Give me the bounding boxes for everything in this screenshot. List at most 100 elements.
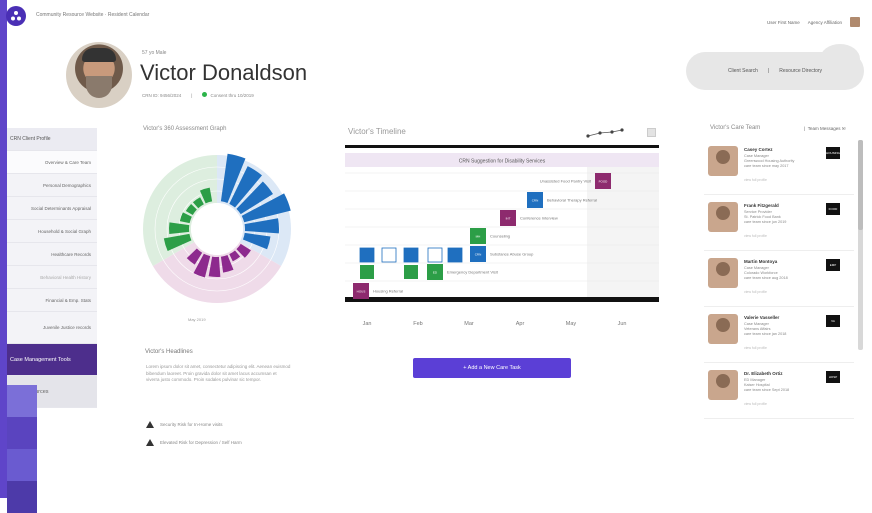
timeline-month-label: May <box>566 321 577 327</box>
headlines-title: Victor's Headlines <box>145 349 193 355</box>
cap-shape <box>82 48 116 62</box>
sidebar: CRN Client Profile Overview & Care Team … <box>7 128 97 408</box>
agency-label[interactable]: Agency Affiliation <box>808 20 842 25</box>
timeline-ed-tile <box>360 265 374 279</box>
member-details: ED Manager Kaiser Hospital care team sin… <box>744 378 822 393</box>
timeline-zoom-icon[interactable] <box>586 127 626 139</box>
user-avatar[interactable] <box>850 17 860 27</box>
alert-text: Elevated Risk for Depression / Self Harm <box>160 440 242 445</box>
timeline-ed-tile <box>404 265 418 279</box>
member-org-badge: HOSP <box>826 371 840 383</box>
care-team-scroll-thumb[interactable] <box>858 140 863 230</box>
timeline-month-label: Feb <box>413 321 422 327</box>
member-org-badge: EMP <box>826 259 840 271</box>
member-name[interactable]: Frank Fitzgerald <box>744 203 779 208</box>
app-rail <box>0 0 7 498</box>
timeline-event-tag: INT <box>506 217 511 221</box>
member-since: care team since jun 2019 <box>744 220 787 225</box>
add-care-task-button[interactable]: + Add a New Care Task <box>413 358 571 378</box>
client-search-button[interactable]: Client Search <box>728 68 758 74</box>
timeline-group-tile <box>427 247 443 263</box>
timeline-group-tile <box>447 247 463 263</box>
member-since: care team since jan 2018 <box>744 332 787 337</box>
care-team-card[interactable]: Casey Cortez Case Manager Greenwood Hous… <box>704 139 854 195</box>
care-team-card[interactable]: Dr. Elizabeth Ortiz ED Manager Kaiser Ho… <box>704 363 854 419</box>
alert-depression: Elevated Risk for Depression / Self Harm <box>146 439 242 446</box>
timeline-title: Victor's Timeline <box>348 127 406 136</box>
care-team-card[interactable]: Valerie Vasseller Case Manager Veterans … <box>704 307 854 363</box>
sidebar-item-behavioral[interactable]: Behavioral Health History <box>7 266 97 289</box>
member-since: care team since Sept 2018 <box>744 388 790 393</box>
sidebar-item-social-determinants[interactable]: Social Determinants Appraisal <box>7 197 97 220</box>
timeline-event-label: Substance Abuse Group <box>490 252 534 257</box>
sidebar-swatches <box>7 385 37 513</box>
sidebar-item-household[interactable]: Household & Social Graph <box>7 220 97 243</box>
resource-directory-button[interactable]: Resource Directory <box>779 68 822 74</box>
member-org-badge: HOUSING <box>826 147 840 159</box>
member-photo[interactable] <box>708 202 738 232</box>
member-photo[interactable] <box>708 258 738 288</box>
user-menu[interactable]: User First Name Agency Affiliation <box>767 17 860 27</box>
timeline-month-label: Apr <box>516 321 525 327</box>
view-profile-link[interactable]: view full profile <box>744 178 767 182</box>
breadcrumb[interactable]: Community Resource Website · Resident Ca… <box>36 12 149 18</box>
timeline-event-tag: CRN <box>475 253 482 257</box>
timeline-expand-icon[interactable] <box>647 128 656 137</box>
member-name[interactable]: Martin Montoya <box>744 259 777 264</box>
view-profile-link[interactable]: view full profile <box>744 290 767 294</box>
view-profile-link[interactable]: view full profile <box>744 346 767 350</box>
care-team-card[interactable]: Frank Fitzgerald Service Provider St. Pa… <box>704 195 854 251</box>
timeline-group-tile <box>359 247 375 263</box>
timeline-event-label: Counseling <box>490 234 510 239</box>
timeline-event-label: Unassisted Food Pantry Visit <box>540 179 592 184</box>
sidebar-item-juvenile[interactable]: Juvenile Justice records <box>7 312 97 344</box>
client-meta: CRN ID: 9456/2024 | Consent thru 10/2019 <box>142 92 254 98</box>
warning-icon <box>146 421 154 428</box>
assessment-radial-graph <box>143 153 291 303</box>
sidebar-swatch <box>7 449 37 481</box>
timeline-top-rule <box>345 145 659 148</box>
member-details: Service Provider St. Patrick Food Bank c… <box>744 210 822 225</box>
member-details: Case Manager Colorado Workforce care tea… <box>744 266 822 281</box>
member-name[interactable]: Dr. Elizabeth Ortiz <box>744 371 783 376</box>
member-org-badge: VA <box>826 315 840 327</box>
consent-dot-icon <box>202 92 208 97</box>
timeline-event-label: Emergency Department Visit <box>447 270 499 275</box>
view-profile-link[interactable]: view full profile <box>744 402 767 406</box>
sidebar-item-financial[interactable]: Financial & Emp. Stats <box>7 289 97 312</box>
sidebar-section-profile[interactable]: CRN Client Profile <box>7 128 97 151</box>
sidebar-item-demographics[interactable]: Personal Demographics <box>7 174 97 197</box>
timeline-banner: CRN Suggestion for Disability Services <box>459 159 546 165</box>
alert-text: Security Risk for In-Home visits <box>160 422 223 427</box>
member-photo[interactable] <box>708 370 738 400</box>
member-details: Case Manager Greenwood Housing Authority… <box>744 154 822 169</box>
member-name[interactable]: Casey Cortez <box>744 147 773 152</box>
sidebar-item-overview[interactable]: Overview & Care Team <box>7 151 97 174</box>
sidebar-case-tools[interactable]: Case Management Tools <box>7 344 97 376</box>
member-photo[interactable] <box>708 146 738 176</box>
app-logo-icon[interactable] <box>6 6 26 26</box>
view-profile-link[interactable]: view full profile <box>744 234 767 238</box>
graph-date[interactable]: May 2019 <box>188 317 206 322</box>
user-name[interactable]: User First Name <box>767 20 800 25</box>
timeline-month-label: Jun <box>618 321 627 327</box>
warning-icon <box>146 439 154 446</box>
sidebar-item-healthcare[interactable]: Healthcare Records <box>7 243 97 266</box>
timeline-group-tile <box>381 247 397 263</box>
timeline-event-tag: CRN <box>532 199 539 203</box>
beard-shape <box>86 76 112 98</box>
timeline-month-label: Jan <box>363 321 372 327</box>
meta-separator: | <box>191 92 193 98</box>
client-photo <box>66 42 132 108</box>
member-name[interactable]: Valerie Vasseller <box>744 315 779 320</box>
timeline-event-tag: MH <box>476 235 481 239</box>
care-team-card[interactable]: Martin Montoya Case Manager Colorado Wor… <box>704 251 854 307</box>
timeline-chart: CRN Suggestion for Disability Services Ja… <box>345 145 659 327</box>
team-messages-link[interactable]: | Team Messages ✉ <box>804 126 845 132</box>
client-id: CRN ID: 9456/2024 <box>142 92 182 98</box>
timeline-event-label: Housing Referral <box>373 289 403 294</box>
member-details: Case Manager Veterans Affairs care team … <box>744 322 822 337</box>
graph-center <box>191 203 243 255</box>
member-photo[interactable] <box>708 314 738 344</box>
timeline-event-tag: FOOD <box>599 180 608 184</box>
